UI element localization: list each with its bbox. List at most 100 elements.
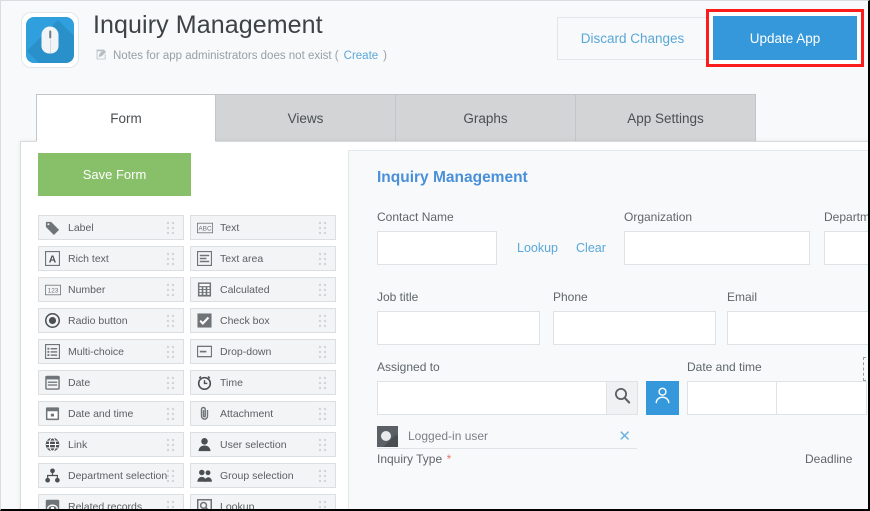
tab-form[interactable]: Form bbox=[36, 94, 216, 142]
logged-in-user-chip: Logged-in user ✕ bbox=[377, 424, 637, 449]
update-app-button[interactable]: Update App bbox=[713, 16, 857, 60]
drag-grip-icon[interactable] bbox=[316, 220, 330, 235]
required-marker: * bbox=[447, 452, 452, 466]
palette-item-number[interactable]: 123 Number bbox=[38, 277, 184, 302]
drag-grip-icon[interactable] bbox=[164, 220, 178, 235]
app-window: Inquiry Management Notes for app adminis… bbox=[0, 0, 870, 511]
admin-notes-row: Notes for app administrators does not ex… bbox=[95, 48, 387, 64]
palette-item-text-area[interactable]: Text area bbox=[190, 246, 336, 271]
palette-item-radio-button[interactable]: Radio button bbox=[38, 308, 184, 333]
palette-item-text: Date and time bbox=[68, 408, 133, 420]
assigned-to-input[interactable] bbox=[377, 381, 606, 415]
logged-in-user-name: Logged-in user bbox=[398, 429, 618, 443]
svg-text:123: 123 bbox=[47, 287, 58, 294]
deadline-label: Deadline bbox=[805, 452, 852, 466]
inquiry-type-label: Inquiry Type bbox=[377, 452, 442, 466]
discard-changes-button[interactable]: Discard Changes bbox=[557, 17, 707, 60]
drag-grip-icon[interactable] bbox=[164, 437, 178, 452]
close-x-icon[interactable]: ✕ bbox=[618, 427, 637, 445]
palette-item-time[interactable]: Time bbox=[190, 370, 336, 395]
tab-views[interactable]: Views bbox=[216, 94, 396, 142]
email-input[interactable] bbox=[727, 311, 870, 345]
tab-graphs[interactable]: Graphs bbox=[396, 94, 576, 142]
page-title: Inquiry Management bbox=[93, 11, 323, 40]
calendar-clock-icon bbox=[44, 405, 61, 422]
phone-input[interactable] bbox=[553, 311, 716, 345]
text-area-icon bbox=[196, 250, 213, 267]
palette-item-rich-text[interactable]: A Rich text bbox=[38, 246, 184, 271]
user-icon bbox=[196, 436, 213, 453]
search-button[interactable] bbox=[606, 381, 638, 415]
drag-grip-icon[interactable] bbox=[316, 251, 330, 266]
drag-grip-icon[interactable] bbox=[164, 282, 178, 297]
drag-grip-icon[interactable] bbox=[316, 313, 330, 328]
contact-name-input[interactable] bbox=[377, 231, 497, 265]
assigned-to-search bbox=[377, 381, 679, 415]
lookup-magnifier-icon bbox=[196, 498, 213, 511]
lookup-link[interactable]: Lookup bbox=[517, 241, 558, 255]
app-header: Inquiry Management Notes for app adminis… bbox=[1, 1, 869, 79]
clear-link[interactable]: Clear bbox=[576, 241, 606, 255]
palette-item-lookup[interactable]: Lookup bbox=[190, 494, 336, 511]
drag-grip-icon[interactable] bbox=[316, 468, 330, 483]
organization-input[interactable] bbox=[624, 231, 810, 265]
palette-item-attachment[interactable]: Attachment bbox=[190, 401, 336, 426]
palette-item-multi-choice[interactable]: Multi-choice bbox=[38, 339, 184, 364]
drag-grip-icon[interactable] bbox=[316, 375, 330, 390]
radio-button-icon bbox=[44, 312, 61, 329]
drag-grip-icon[interactable] bbox=[164, 406, 178, 421]
globe-icon bbox=[44, 436, 61, 453]
drag-grip-icon[interactable] bbox=[164, 375, 178, 390]
drag-grip-icon[interactable] bbox=[316, 499, 330, 511]
palette-item-user-selection[interactable]: User selection bbox=[190, 432, 336, 457]
palette-item-calculated[interactable]: Calculated bbox=[190, 277, 336, 302]
palette-item-date[interactable]: Date bbox=[38, 370, 184, 395]
abc-icon: ABC bbox=[196, 219, 213, 236]
user-picker-button[interactable] bbox=[646, 381, 679, 415]
time-input[interactable] bbox=[777, 381, 867, 415]
drag-grip-icon[interactable] bbox=[316, 282, 330, 297]
app-tabs: Form Views Graphs App Settings bbox=[36, 94, 756, 142]
palette-item-text: Radio button bbox=[68, 315, 128, 327]
field-drop-placeholder[interactable] bbox=[863, 357, 870, 381]
palette-item-check-box[interactable]: Check box bbox=[190, 308, 336, 333]
date-input[interactable] bbox=[687, 381, 777, 415]
organization-label: Organization bbox=[624, 210, 810, 224]
users-group-icon bbox=[196, 467, 213, 484]
palette-item-date-and-time[interactable]: Date and time bbox=[38, 401, 184, 426]
drag-grip-icon[interactable] bbox=[164, 468, 178, 483]
palette-item-related-records[interactable]: Related records bbox=[38, 494, 184, 511]
palette-item-text: Multi-choice bbox=[68, 346, 124, 358]
multi-choice-icon bbox=[44, 343, 61, 360]
drag-grip-icon[interactable] bbox=[164, 251, 178, 266]
palette-item-text: Check box bbox=[220, 315, 270, 327]
drag-grip-icon[interactable] bbox=[164, 344, 178, 359]
drag-grip-icon[interactable] bbox=[316, 344, 330, 359]
palette-item-drop-down[interactable]: Drop-down bbox=[190, 339, 336, 364]
computer-mouse-icon bbox=[26, 17, 74, 63]
department-input[interactable] bbox=[824, 231, 870, 265]
palette-item-text[interactable]: ABC Text bbox=[190, 215, 336, 240]
form-row-1: Contact Name Lookup Clear Organization D… bbox=[377, 210, 870, 282]
admin-notes-text-close: ) bbox=[383, 50, 387, 62]
palette-item-link[interactable]: Link bbox=[38, 432, 184, 457]
palette-item-text: Attachment bbox=[220, 408, 273, 420]
calculator-icon bbox=[196, 281, 213, 298]
palette-item-text: User selection bbox=[220, 439, 287, 451]
palette-item-department-selection[interactable]: Department selection bbox=[38, 463, 184, 488]
create-notes-link[interactable]: Create bbox=[344, 50, 379, 62]
org-tree-icon bbox=[44, 467, 61, 484]
checkbox-icon bbox=[196, 312, 213, 329]
drag-grip-icon[interactable] bbox=[164, 499, 178, 511]
save-form-button[interactable]: Save Form bbox=[38, 153, 191, 196]
drag-grip-icon[interactable] bbox=[316, 406, 330, 421]
palette-item-group-selection[interactable]: Group selection bbox=[190, 463, 336, 488]
tab-app-settings[interactable]: App Settings bbox=[576, 94, 756, 142]
drag-grip-icon[interactable] bbox=[164, 313, 178, 328]
department-label: Departme bbox=[824, 210, 870, 224]
palette-item-text: Text area bbox=[220, 253, 263, 265]
search-magnifier-icon bbox=[614, 387, 631, 409]
palette-item-label[interactable]: Label bbox=[38, 215, 184, 240]
drag-grip-icon[interactable] bbox=[316, 437, 330, 452]
job-title-input[interactable] bbox=[377, 311, 540, 345]
